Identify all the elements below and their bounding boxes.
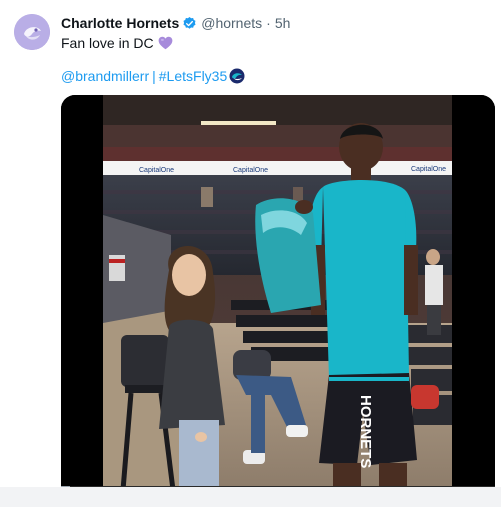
avatar[interactable] — [14, 14, 50, 50]
timestamp[interactable]: 5h — [275, 15, 291, 31]
handle[interactable]: @hornets — [201, 15, 262, 31]
dot-separator: · — [266, 15, 271, 31]
hashtag-link[interactable]: #LetsFly35 — [159, 68, 227, 84]
tweet-text: Fan love in DC — [61, 34, 173, 52]
hornets-hashflag-icon — [229, 68, 245, 84]
video-frame: CapitalOne CapitalOne CapitalOne HORNETS — [61, 95, 495, 490]
page-footer-band — [0, 487, 501, 507]
svg-text:CapitalOne: CapitalOne — [411, 166, 446, 173]
link-separator: | — [152, 68, 156, 84]
page-background — [0, 0, 501, 6]
svg-text:CapitalOne: CapitalOne — [233, 167, 268, 174]
jersey-text: HORNETS — [357, 395, 374, 468]
tweet-links: @brandmillerr | #LetsFly35 — [61, 67, 245, 85]
tweet-header: Charlotte Hornets @hornets · 5h — [61, 14, 290, 32]
video-player[interactable]: CapitalOne CapitalOne CapitalOne HORNETS — [61, 95, 495, 490]
mention-link[interactable]: @brandmillerr — [61, 68, 149, 84]
verified-badge-icon[interactable] — [182, 16, 197, 31]
banner-text: CapitalOne — [139, 167, 174, 174]
hornets-logo-icon — [14, 14, 50, 50]
tweet-text-body: Fan love in DC — [61, 35, 154, 51]
display-name[interactable]: Charlotte Hornets — [61, 15, 179, 31]
purple-heart-icon — [158, 36, 173, 50]
